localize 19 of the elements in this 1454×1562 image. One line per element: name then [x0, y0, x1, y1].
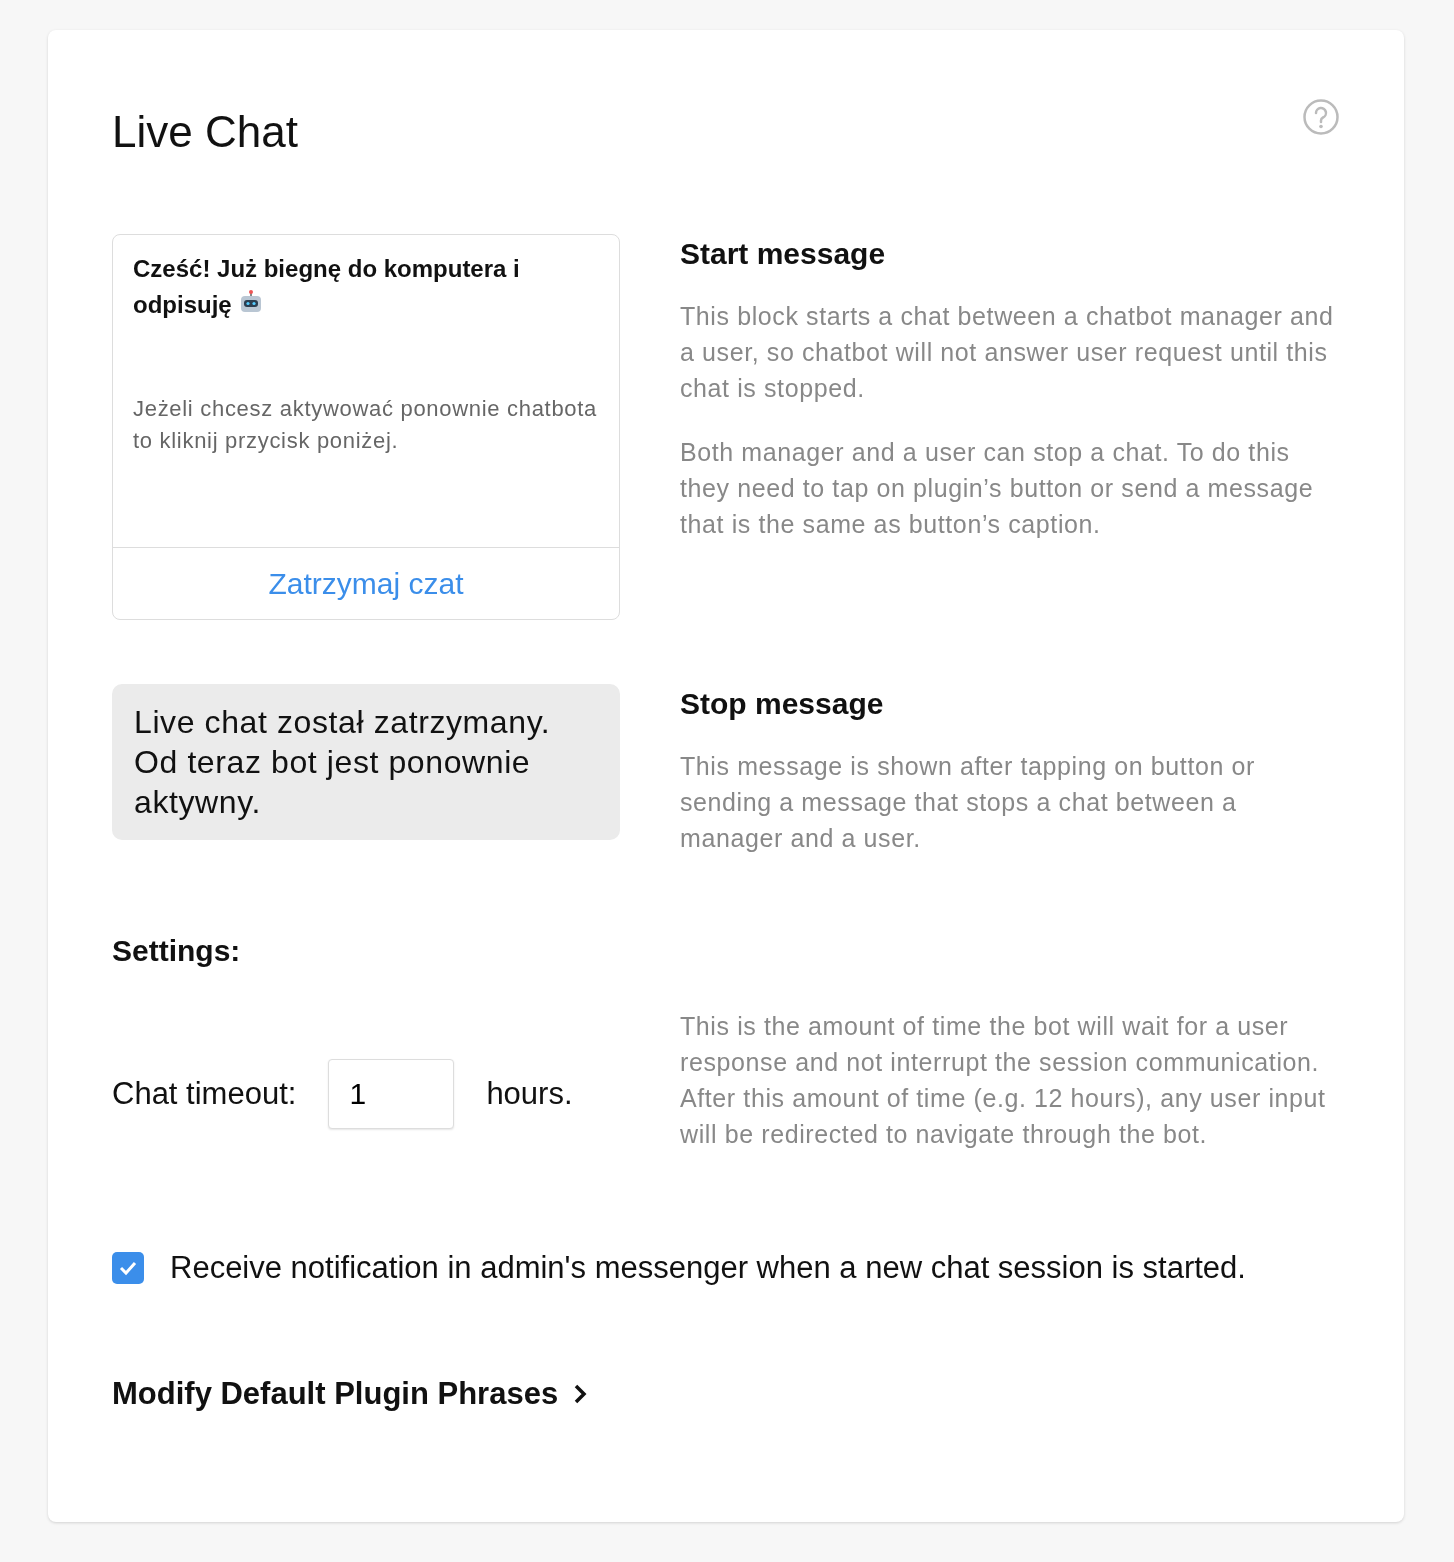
chevron-right-icon: [572, 1382, 589, 1406]
timeout-input[interactable]: 1: [328, 1059, 455, 1129]
settings-heading: Settings:: [112, 934, 242, 968]
section-heading: Stop message: [680, 686, 885, 722]
page-title: Live Chat: [112, 106, 298, 158]
description-text: Both manager and a user can stop a chat. To do this they need to tap on plugin’s button or send a message that is the same as button’s caption.: [680, 437, 1315, 540]
timeout-help-text: This is the amount of time the bot will wait for a user response and not interrupt the session communication. After this amount of time (e.g. 12 hours), any user input will be redirected to navigate through the bot.: [680, 1011, 1327, 1150]
timeout-label: Chat timeout:: [112, 1076, 297, 1112]
help-icon[interactable]: [1302, 98, 1340, 136]
notification-label: Receive notification in admin's messenger when a new chat session is started.: [170, 1250, 1246, 1286]
description-text: This message is shown after tapping on button or sending a message that stops a chat between a manager and a user.: [680, 751, 1256, 854]
preview-title: Cześć! Już biegnę do komputera i odpisuję: [133, 254, 521, 320]
section-heading: Start message: [680, 236, 887, 272]
modify-phrases-link[interactable]: Modify Default Plugin Phrases: [112, 1376, 589, 1412]
checkbox[interactable]: [112, 1252, 144, 1284]
description-text: This block starts a chat between a chatbot manager and a user, so chatbot will not answer user request until this chat is stopped.: [680, 301, 1335, 404]
preview-text: Jeżeli chcesz aktywować ponownie chatbota to kliknij przycisk poniżej.: [133, 395, 599, 455]
timeout-unit: hours.: [486, 1076, 573, 1112]
stop-message-bubble: Live chat został zatrzymany. Od teraz bot jest ponownie aktywny.: [112, 684, 620, 840]
